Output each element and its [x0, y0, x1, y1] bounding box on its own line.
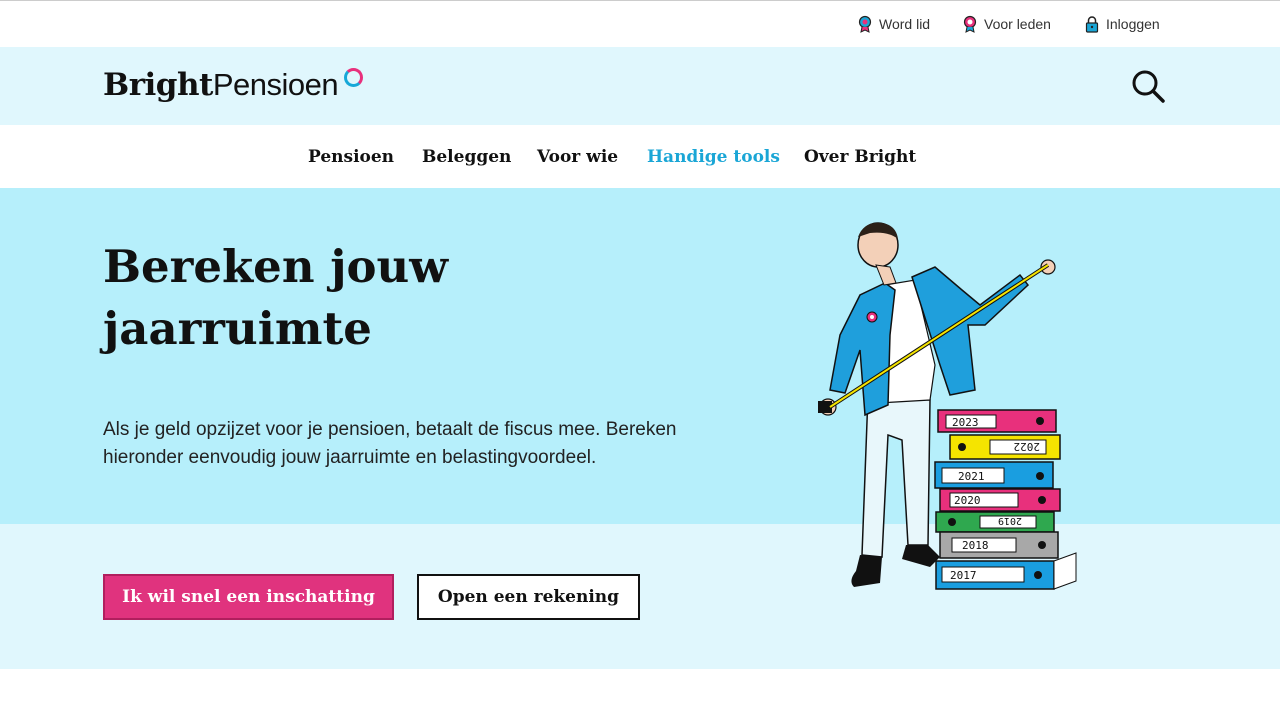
binder-label-2022: 2022 [1014, 440, 1041, 453]
binder-label-2023: 2023 [952, 416, 979, 429]
lock-icon [1085, 16, 1099, 33]
member-badge-icon [858, 15, 872, 33]
search-button[interactable] [1130, 68, 1168, 106]
intro-text: Als je geld opzijzet voor je pensioen, b… [103, 419, 677, 468]
binder-label-2020: 2020 [954, 494, 981, 507]
voor-leden-label: Voor leden [984, 16, 1051, 32]
binder-label-2021: 2021 [958, 470, 985, 483]
logo-pensioen: Pensioen [212, 67, 339, 102]
quick-estimate-button[interactable]: Ik wil snel een inschatting [103, 574, 394, 620]
binder-stack: 2023 2022 2021 2020 2019 2018 2017 [934, 409, 1077, 590]
nav-item-pensioen[interactable]: Pensioen [308, 147, 394, 167]
nav-item-voor-wie[interactable]: Voor wie [537, 147, 618, 167]
brightpensioen-logo[interactable]: BrightPensioen [103, 67, 339, 103]
binder-label-2017: 2017 [950, 569, 977, 582]
logo-ring-icon [344, 68, 363, 87]
title-line-1: Bereken jouw [103, 240, 448, 293]
man-measuring-binders-illustration: 2023 2022 2021 2020 2019 2018 2017 [818, 222, 1077, 590]
search-icon [1132, 70, 1165, 103]
page-title: Bereken jouw jaarruimte [103, 236, 663, 360]
open-account-button[interactable]: Open een rekening [417, 574, 640, 620]
inloggen-label: Inloggen [1106, 16, 1160, 32]
nav-item-over-bright[interactable]: Over Bright [804, 147, 916, 167]
rosette-icon [963, 15, 977, 33]
nav-item-beleggen[interactable]: Beleggen [422, 147, 511, 167]
title-line-2: jaarruimte [103, 302, 372, 355]
logo-bright: Bright [103, 67, 213, 103]
main-nav: Pensioen Beleggen Voor wie Handige tools… [0, 125, 1280, 188]
voor-leden-link[interactable]: Voor leden [962, 15, 1051, 33]
utility-bar: Word lid Voor leden Inloggen [0, 0, 1280, 47]
binder-label-2018: 2018 [962, 539, 989, 552]
word-lid-link[interactable]: Word lid [857, 15, 930, 33]
nav-item-handige-tools[interactable]: Handige tools [647, 147, 780, 167]
word-lid-label: Word lid [879, 16, 931, 32]
binder-label-2019: 2019 [998, 515, 1022, 526]
inloggen-link[interactable]: Inloggen [1084, 15, 1160, 33]
